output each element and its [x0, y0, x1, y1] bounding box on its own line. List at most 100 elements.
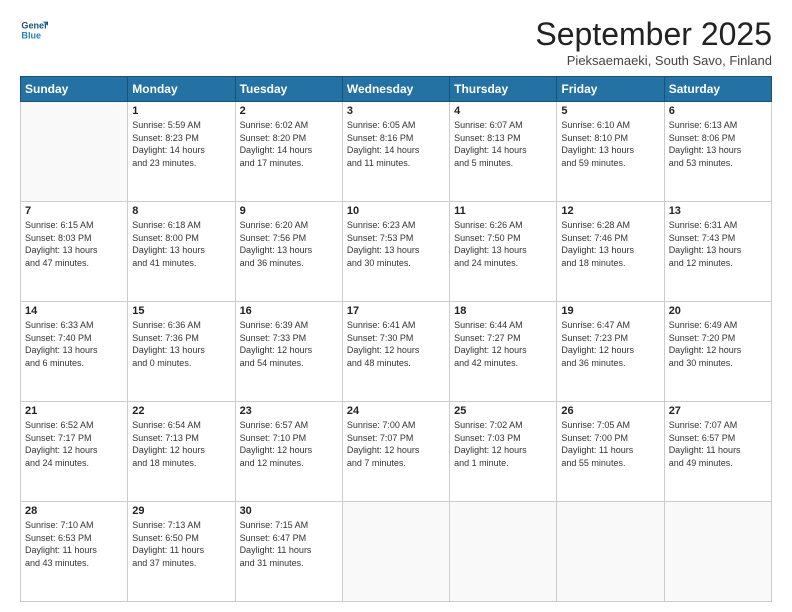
day-info: Sunrise: 6:49 AMSunset: 7:20 PMDaylight:… [669, 319, 767, 369]
day-info: Sunrise: 7:05 AMSunset: 7:00 PMDaylight:… [561, 419, 659, 469]
calendar-cell-w1-d4: 3 Sunrise: 6:05 AMSunset: 8:16 PMDaylight… [342, 102, 449, 202]
day-number: 22 [132, 405, 230, 417]
calendar-cell-w3-d2: 15 Sunrise: 6:36 AMSunset: 7:36 PMDayligh… [128, 302, 235, 402]
calendar-week-5: 28 Sunrise: 7:10 AMSunset: 6:53 PMDayligh… [21, 502, 772, 602]
day-number: 9 [240, 205, 338, 217]
day-number: 20 [669, 305, 767, 317]
calendar-week-1: 1 Sunrise: 5:59 AMSunset: 8:23 PMDaylight… [21, 102, 772, 202]
day-info: Sunrise: 6:47 AMSunset: 7:23 PMDaylight:… [561, 319, 659, 369]
day-number: 10 [347, 205, 445, 217]
location-subtitle: Pieksaemaeki, South Savo, Finland [535, 53, 772, 68]
day-number: 7 [25, 205, 123, 217]
calendar-cell-w3-d5: 18 Sunrise: 6:44 AMSunset: 7:27 PMDayligh… [450, 302, 557, 402]
day-info: Sunrise: 7:00 AMSunset: 7:07 PMDaylight:… [347, 419, 445, 469]
day-info: Sunrise: 6:20 AMSunset: 7:56 PMDaylight:… [240, 219, 338, 269]
col-monday: Monday [128, 77, 235, 102]
col-friday: Friday [557, 77, 664, 102]
calendar-cell-w3-d3: 16Sunrise: 6:39 AMSunset: 7:33 PMDayligh… [235, 302, 342, 402]
day-number: 27 [669, 405, 767, 417]
day-info: Sunrise: 6:36 AMSunset: 7:36 PMDaylight:… [132, 319, 230, 369]
day-info: Sunrise: 6:28 AMSunset: 7:46 PMDaylight:… [561, 219, 659, 269]
day-number: 25 [454, 405, 552, 417]
day-number: 24 [347, 405, 445, 417]
day-info: Sunrise: 6:02 AMSunset: 8:20 PMDaylight:… [240, 119, 338, 169]
calendar-cell-w2-d7: 13Sunrise: 6:31 AMSunset: 7:43 PMDayligh… [664, 202, 771, 302]
logo: General Blue [20, 16, 48, 44]
calendar-cell-w4-d2: 22 Sunrise: 6:54 AMSunset: 7:13 PMDayligh… [128, 402, 235, 502]
day-number: 4 [454, 105, 552, 117]
day-number: 29 [132, 505, 230, 517]
calendar-cell-w4-d4: 24 Sunrise: 7:00 AMSunset: 7:07 PMDayligh… [342, 402, 449, 502]
day-number: 2 [240, 105, 338, 117]
calendar-cell-w4-d3: 23Sunrise: 6:57 AMSunset: 7:10 PMDayligh… [235, 402, 342, 502]
calendar-cell-w2-d5: 11 Sunrise: 6:26 AMSunset: 7:50 PMDayligh… [450, 202, 557, 302]
col-thursday: Thursday [450, 77, 557, 102]
col-saturday: Saturday [664, 77, 771, 102]
day-info: Sunrise: 7:10 AMSunset: 6:53 PMDaylight:… [25, 519, 123, 569]
calendar-cell-w4-d5: 25 Sunrise: 7:02 AMSunset: 7:03 PMDayligh… [450, 402, 557, 502]
day-info: Sunrise: 6:26 AMSunset: 7:50 PMDaylight:… [454, 219, 552, 269]
day-number: 5 [561, 105, 659, 117]
calendar-cell-w5-d6 [557, 502, 664, 602]
day-number: 21 [25, 405, 123, 417]
logo-icon: General Blue [20, 16, 48, 44]
calendar-cell-w2-d3: 9 Sunrise: 6:20 AMSunset: 7:56 PMDaylight… [235, 202, 342, 302]
title-block: September 2025 Pieksaemaeki, South Savo,… [535, 16, 772, 68]
calendar-cell-w2-d1: 7Sunrise: 6:15 AMSunset: 8:03 PMDaylight… [21, 202, 128, 302]
day-number: 18 [454, 305, 552, 317]
calendar-cell-w2-d6: 12 Sunrise: 6:28 AMSunset: 7:46 PMDayligh… [557, 202, 664, 302]
calendar-cell-w1-d3: 2 Sunrise: 6:02 AMSunset: 8:20 PMDaylight… [235, 102, 342, 202]
calendar-week-2: 7Sunrise: 6:15 AMSunset: 8:03 PMDaylight… [21, 202, 772, 302]
calendar-cell-w3-d1: 14Sunrise: 6:33 AMSunset: 7:40 PMDayligh… [21, 302, 128, 402]
calendar-header-row: Sunday Monday Tuesday Wednesday Thursday… [21, 77, 772, 102]
day-number: 1 [132, 105, 230, 117]
calendar-cell-w1-d5: 4Sunrise: 6:07 AMSunset: 8:13 PMDaylight… [450, 102, 557, 202]
calendar-cell-w4-d6: 26Sunrise: 7:05 AMSunset: 7:00 PMDayligh… [557, 402, 664, 502]
page: General Blue September 2025 Pieksaemaeki… [0, 0, 792, 612]
day-info: Sunrise: 7:13 AMSunset: 6:50 PMDaylight:… [132, 519, 230, 569]
calendar-cell-w3-d6: 19Sunrise: 6:47 AMSunset: 7:23 PMDayligh… [557, 302, 664, 402]
calendar-cell-w5-d7 [664, 502, 771, 602]
day-info: Sunrise: 7:02 AMSunset: 7:03 PMDaylight:… [454, 419, 552, 469]
day-number: 15 [132, 305, 230, 317]
calendar-cell-w2-d2: 8 Sunrise: 6:18 AMSunset: 8:00 PMDaylight… [128, 202, 235, 302]
day-info: Sunrise: 6:54 AMSunset: 7:13 PMDaylight:… [132, 419, 230, 469]
col-tuesday: Tuesday [235, 77, 342, 102]
calendar-cell-w4-d1: 21 Sunrise: 6:52 AMSunset: 7:17 PMDayligh… [21, 402, 128, 502]
calendar-week-3: 14Sunrise: 6:33 AMSunset: 7:40 PMDayligh… [21, 302, 772, 402]
day-info: Sunrise: 7:07 AMSunset: 6:57 PMDaylight:… [669, 419, 767, 469]
day-info: Sunrise: 5:59 AMSunset: 8:23 PMDaylight:… [132, 119, 230, 169]
day-number: 8 [132, 205, 230, 217]
calendar-cell-w4-d7: 27 Sunrise: 7:07 AMSunset: 6:57 PMDayligh… [664, 402, 771, 502]
day-info: Sunrise: 6:52 AMSunset: 7:17 PMDaylight:… [25, 419, 123, 469]
calendar-cell-w5-d4 [342, 502, 449, 602]
day-number: 28 [25, 505, 123, 517]
calendar-cell-w5-d2: 29 Sunrise: 7:13 AMSunset: 6:50 PMDayligh… [128, 502, 235, 602]
calendar-cell-w1-d7: 6Sunrise: 6:13 AMSunset: 8:06 PMDaylight… [664, 102, 771, 202]
calendar-cell-w1-d6: 5 Sunrise: 6:10 AMSunset: 8:10 PMDaylight… [557, 102, 664, 202]
calendar-table: Sunday Monday Tuesday Wednesday Thursday… [20, 76, 772, 602]
calendar-week-4: 21 Sunrise: 6:52 AMSunset: 7:17 PMDayligh… [21, 402, 772, 502]
day-number: 11 [454, 205, 552, 217]
day-number: 13 [669, 205, 767, 217]
day-info: Sunrise: 6:18 AMSunset: 8:00 PMDaylight:… [132, 219, 230, 269]
day-number: 3 [347, 105, 445, 117]
calendar-cell-w3-d7: 20 Sunrise: 6:49 AMSunset: 7:20 PMDayligh… [664, 302, 771, 402]
day-number: 12 [561, 205, 659, 217]
day-info: Sunrise: 6:44 AMSunset: 7:27 PMDaylight:… [454, 319, 552, 369]
calendar-cell-w1-d2: 1 Sunrise: 5:59 AMSunset: 8:23 PMDaylight… [128, 102, 235, 202]
day-info: Sunrise: 6:57 AMSunset: 7:10 PMDaylight:… [240, 419, 338, 469]
day-info: Sunrise: 6:05 AMSunset: 8:16 PMDaylight:… [347, 119, 445, 169]
calendar-cell-w5-d5 [450, 502, 557, 602]
month-title: September 2025 [535, 16, 772, 53]
day-info: Sunrise: 6:10 AMSunset: 8:10 PMDaylight:… [561, 119, 659, 169]
day-number: 14 [25, 305, 123, 317]
day-number: 17 [347, 305, 445, 317]
col-sunday: Sunday [21, 77, 128, 102]
day-info: Sunrise: 6:23 AMSunset: 7:53 PMDaylight:… [347, 219, 445, 269]
calendar-cell-w5-d1: 28 Sunrise: 7:10 AMSunset: 6:53 PMDayligh… [21, 502, 128, 602]
day-number: 30 [240, 505, 338, 517]
day-info: Sunrise: 6:39 AMSunset: 7:33 PMDaylight:… [240, 319, 338, 369]
day-info: Sunrise: 7:15 AMSunset: 6:47 PMDaylight:… [240, 519, 338, 569]
day-number: 6 [669, 105, 767, 117]
